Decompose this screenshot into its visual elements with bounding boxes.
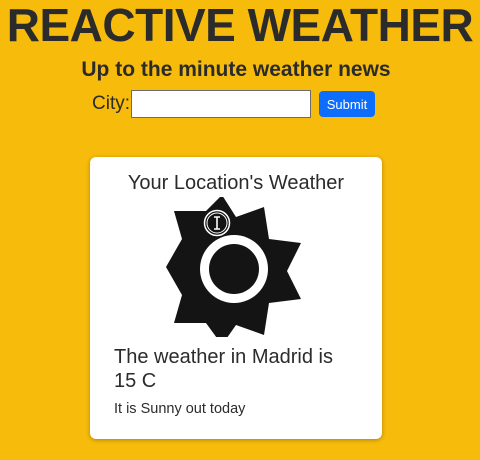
- card-title: Your Location's Weather: [127, 172, 345, 194]
- city-label: City:: [92, 93, 130, 114]
- city-search-form: City: Submit: [92, 88, 375, 120]
- weather-heading: The weather in Madrid is 15 C: [114, 345, 364, 393]
- weather-heading-line: The weather in Madrid is: [114, 346, 333, 368]
- app-title: REACTIVE WEATHER: [6, 0, 474, 51]
- weather-description: It is Sunny out today: [114, 401, 246, 417]
- sun-icon: [166, 197, 301, 337]
- submit-button[interactable]: Submit: [319, 91, 375, 117]
- weather-card: Your Location's Weather The weather in M…: [90, 157, 382, 439]
- weather-temperature: 15 C: [114, 370, 157, 392]
- page-subtitle: Up to the minute weather news: [81, 58, 391, 81]
- city-input[interactable]: [131, 90, 311, 118]
- cursor-icon: [203, 209, 231, 237]
- sun-core: [209, 244, 259, 294]
